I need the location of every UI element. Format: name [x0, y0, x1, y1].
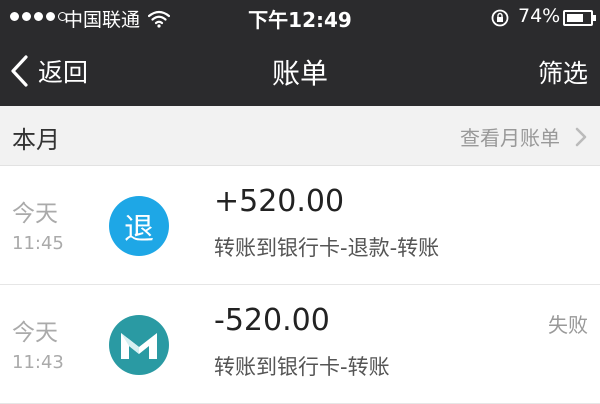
view-monthly-bill-link[interactable]: 查看月账单	[460, 122, 588, 151]
view-monthly-bill-label: 查看月账单	[460, 126, 560, 150]
transaction-time: 11:45	[12, 233, 64, 254]
transaction-time: 11:43	[12, 352, 64, 373]
transaction-description: 转账到银行卡-转账	[214, 355, 390, 379]
clock: 下午12:49	[248, 8, 352, 32]
battery-icon	[563, 10, 596, 26]
transaction-amount: +520.00	[214, 184, 345, 219]
filter-button[interactable]: 筛选	[538, 54, 588, 90]
transaction-status: 失败	[548, 313, 588, 337]
app-header: 中国联通 下午12:49 74% 返回 账单 筛选	[0, 0, 600, 106]
transaction-list: 今天 11:45 退 +520.00 转账到银行卡-退款-转账 今天 11:43…	[0, 166, 600, 404]
bank-logo-icon	[121, 333, 157, 359]
status-bar: 中国联通 下午12:49 74%	[0, 0, 600, 36]
transaction-description: 转账到银行卡-退款-转账	[214, 236, 440, 260]
transaction-day: 今天	[12, 320, 58, 346]
bank-card-icon	[109, 315, 169, 375]
transaction-row[interactable]: 今天 11:45 退 +520.00 转账到银行卡-退款-转账	[0, 166, 600, 285]
refund-icon: 退	[109, 196, 169, 256]
battery-percent: 74%	[518, 5, 561, 27]
transaction-row[interactable]: 今天 11:43 -520.00 转账到银行卡-转账 失败	[0, 285, 600, 404]
chevron-right-icon	[575, 127, 587, 146]
month-label: 本月	[12, 126, 60, 154]
transaction-amount: -520.00	[214, 303, 330, 338]
rotation-lock-icon	[491, 9, 509, 27]
transaction-day: 今天	[12, 201, 58, 227]
navigation-bar: 返回 账单 筛选	[0, 42, 600, 100]
month-section-header: 本月 查看月账单	[0, 106, 600, 166]
page-title: 账单	[271, 57, 328, 90]
